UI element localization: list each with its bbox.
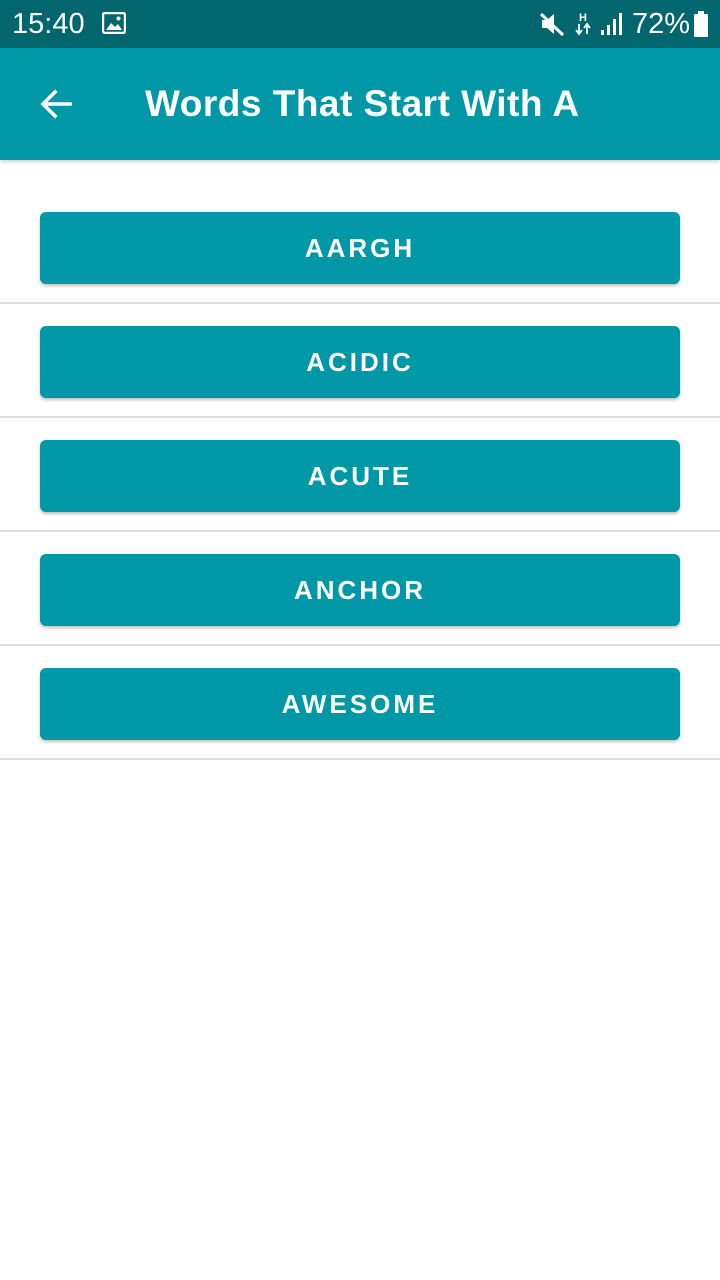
network-type-label: H [579, 12, 587, 24]
signal-icon [601, 13, 622, 35]
status-bar: 15:40 H 72% [0, 0, 720, 48]
word-button-acidic[interactable]: ACIDIC [40, 326, 680, 398]
word-button-aargh[interactable]: AARGH [40, 212, 680, 284]
list-item: AWESOME [0, 646, 720, 760]
list-item: ANCHOR [0, 532, 720, 646]
list-item: AARGH [0, 190, 720, 304]
arrow-back-icon [40, 89, 72, 119]
list-item: ACIDIC [0, 304, 720, 418]
word-button-anchor[interactable]: ANCHOR [40, 554, 680, 626]
mute-icon [539, 12, 565, 37]
battery-icon [694, 11, 708, 37]
word-button-acute[interactable]: ACUTE [40, 440, 680, 512]
page-title: Words That Start With A [145, 83, 580, 124]
list-item: ACUTE [0, 418, 720, 532]
gallery-icon [102, 12, 126, 34]
battery-percentage: 72% [632, 8, 691, 40]
word-button-awesome[interactable]: AWESOME [40, 668, 680, 740]
back-button[interactable] [28, 76, 84, 132]
app-bar: Words That Start With A [0, 48, 720, 160]
status-right-group: H 72% [538, 0, 710, 48]
word-list: AARGH ACIDIC ACUTE ANCHOR AWESOME [0, 190, 720, 760]
status-time: 15:40 [12, 8, 85, 40]
network-icon: H [575, 12, 591, 36]
